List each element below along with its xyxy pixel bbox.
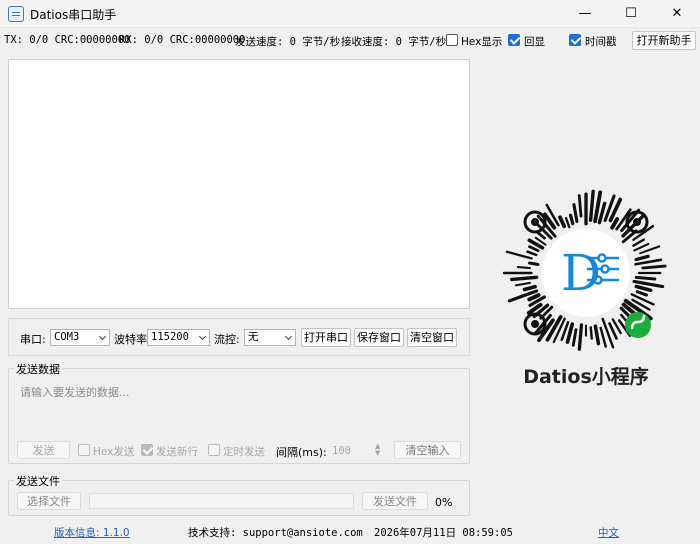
baud-label: 波特率 [114,333,147,346]
timestamp-checkbox[interactable] [569,34,581,46]
flow-label: 流控: [214,333,240,346]
hex-display-checkbox[interactable] [446,34,458,46]
choose-file-button[interactable]: 选择文件 [17,492,81,510]
hex-display-label: Hex显示 [461,36,503,48]
qr-code: D [502,189,667,351]
save-window-button[interactable]: 保存窗口 [354,328,404,347]
qr-caption: Datios小程序 [523,366,649,388]
title-bar: Datios串口助手 — ☐ ✕ [0,0,700,28]
qr-logo-letter: D [561,244,601,302]
chevron-down-icon [284,332,293,341]
flow-value: 无 [248,331,259,343]
chevron-down-icon [98,332,107,341]
echo-label: 回显 [524,36,545,48]
send-data-title: 发送数据 [14,361,62,377]
version-info-link[interactable]: 版本信息: 1.1.0 [54,525,130,540]
receive-textarea[interactable] [8,59,470,309]
maximize-button[interactable]: ☐ [608,0,654,28]
open-port-button[interactable]: 打开串口 [301,328,351,347]
wechat-mini-program-icon [625,312,651,338]
window-title: Datios串口助手 [30,8,117,22]
send-file-title: 发送文件 [14,473,62,489]
tx-status: TX: 0/0 CRC:00000000 [4,34,131,46]
baud-select[interactable]: 115200 [147,329,210,346]
port-value: COM3 [54,331,80,343]
send-data-input[interactable]: 请输入要发送的数据... [20,384,460,434]
app-icon [8,6,24,22]
support-info: 技术支持: support@ansiote.com [188,527,363,539]
recv-speed: 接收速度: 0 字节/秒 [341,36,447,48]
send-button[interactable]: 发送 [17,441,70,459]
interval-spinner[interactable]: ▲ ▼ [375,443,380,457]
clear-input-button[interactable]: 清空输入 [394,441,461,459]
port-select[interactable]: COM3 [50,329,110,346]
datetime-display: 2026年07月11日 08:59:05 [374,527,513,539]
echo-checkbox[interactable] [508,34,520,46]
rx-status: RX: 0/0 CRC:00000000 [119,34,246,46]
chevron-down-icon [198,332,207,341]
timed-send-checkbox[interactable] [208,444,220,456]
timed-send-label: 定时发送 [223,446,265,458]
send-file-button[interactable]: 发送文件 [362,492,428,510]
file-progress-value: 0% [435,496,453,509]
timestamp-label: 时间戳 [585,36,617,48]
flow-select[interactable]: 无 [244,329,296,346]
hex-send-label: Hex发送 [93,446,135,458]
minimize-button[interactable]: — [562,0,608,28]
interval-label: 间隔(ms): [276,446,327,459]
file-progress-bar [89,493,354,509]
close-button[interactable]: ✕ [654,0,700,28]
open-new-assistant-button[interactable]: 打开新助手 [632,31,696,50]
clear-window-button[interactable]: 清空窗口 [407,328,457,347]
send-speed: 发送速度: 0 字节/秒 [235,36,341,48]
send-newline-label: 发送新行 [156,446,198,458]
language-link[interactable]: 中文 [598,525,619,540]
baud-value: 115200 [151,331,189,343]
send-newline-checkbox[interactable] [141,444,153,456]
interval-value[interactable]: 100 [332,445,351,457]
hex-send-checkbox[interactable] [78,444,90,456]
port-label: 串口: [20,333,46,346]
